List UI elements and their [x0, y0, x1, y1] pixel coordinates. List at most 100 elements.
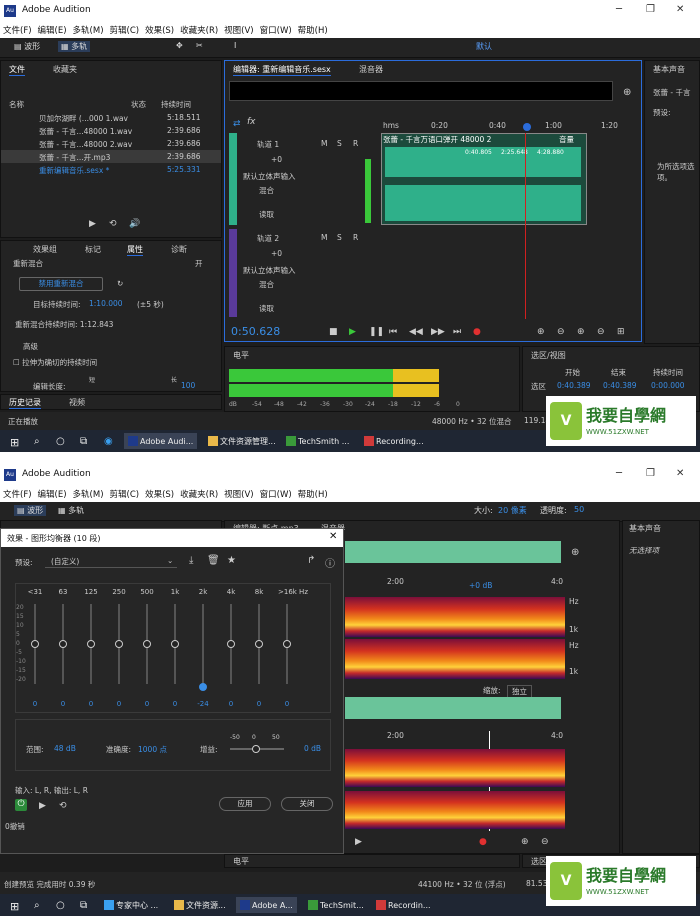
preview-play-icon[interactable]: ▶ — [39, 801, 46, 811]
windows-start-icon[interactable]: ⊞ — [6, 897, 23, 913]
zoom-full-icon[interactable]: ⊞ — [617, 327, 625, 337]
favorite-star-icon[interactable]: ★ — [227, 555, 236, 566]
close-icon[interactable]: ✕ — [676, 4, 684, 15]
track2-mix[interactable]: 混合 — [259, 279, 274, 290]
preset-dropdown[interactable]: (自定义) ⌄ — [45, 555, 177, 568]
skip-forward-icon[interactable]: ⏭ — [453, 327, 461, 337]
tab-video[interactable]: 视频 — [69, 397, 85, 408]
menu-multitrack[interactable]: 多轨(M) — [70, 486, 107, 502]
record-arm-button[interactable]: R — [353, 233, 358, 242]
track2-read[interactable]: 读取 — [259, 303, 274, 314]
search-icon[interactable]: ⌕ — [30, 433, 44, 449]
eq-band-slider[interactable] — [202, 604, 204, 684]
fx-icon[interactable]: fx — [247, 117, 256, 127]
play-icon[interactable]: ▶ — [89, 219, 96, 229]
eq-band-knob[interactable] — [171, 640, 179, 648]
zoom-overview-icon[interactable]: ⊕ — [571, 547, 579, 558]
menu-effects[interactable]: 效果(S) — [142, 486, 177, 502]
edge-icon[interactable]: ◉ — [100, 433, 117, 449]
file-item[interactable]: 张蕾 - 千言...48000 1.wav — [39, 126, 132, 137]
info-icon[interactable]: ⓘ — [325, 555, 335, 570]
advanced-section[interactable]: 高级 — [23, 341, 38, 352]
rewind-icon[interactable]: ◀◀ — [409, 327, 423, 337]
file-item[interactable]: 重新编辑音乐.sesx * — [39, 165, 109, 176]
taskbar-audition[interactable]: Adobe A... — [236, 897, 297, 913]
eq-band-knob[interactable] — [199, 683, 207, 692]
edit-length-value[interactable]: 100 — [181, 381, 195, 390]
gain-value[interactable]: 0 dB — [304, 744, 321, 753]
zoom-in-icon[interactable]: ⊕ — [521, 837, 529, 847]
move-tool-icon[interactable]: ✥ — [176, 41, 183, 50]
track1-volume[interactable]: +0 — [271, 155, 282, 164]
pause-icon[interactable]: ❚❚ — [369, 327, 384, 337]
power-toggle-icon[interactable]: ⏻ — [15, 799, 27, 811]
solo-button[interactable]: S — [337, 233, 342, 242]
zoom-overview-icon[interactable]: ⊕ — [623, 87, 631, 98]
tab-history[interactable]: 历史记录 — [9, 397, 41, 409]
menu-multitrack[interactable]: 多轨(M) — [70, 22, 107, 38]
tab-effects-rack[interactable]: 效果组 — [33, 244, 57, 255]
close-icon[interactable]: ✕ — [676, 468, 684, 479]
volume-icon[interactable]: 🔊 — [129, 219, 140, 229]
menu-file[interactable]: 文件(F) — [0, 486, 35, 502]
taskbar-techsmith[interactable]: TechSmit... — [304, 897, 368, 913]
zoom-out-amplitude-icon[interactable]: ⊖ — [557, 327, 565, 337]
eq-band-knob[interactable] — [227, 640, 235, 648]
menu-clip[interactable]: 剪辑(C) — [107, 22, 143, 38]
volume-hud[interactable]: +0 dB — [469, 581, 492, 590]
eq-band-value[interactable]: 0 — [277, 700, 297, 708]
waveform-view-button[interactable]: ▤ 波形 — [14, 505, 47, 516]
menu-clip[interactable]: 剪辑(C) — [107, 486, 143, 502]
selection-duration[interactable]: 0:00.000 — [651, 381, 685, 390]
menu-help[interactable]: 帮助(H) — [295, 486, 331, 502]
eq-band-knob[interactable] — [87, 640, 95, 648]
tab-diagnostics[interactable]: 诊断 — [171, 244, 187, 255]
brush-size-value[interactable]: 20 像素 — [498, 505, 527, 516]
record-icon[interactable]: ● — [479, 837, 487, 847]
dialog-close-icon[interactable]: ✕ — [329, 531, 337, 542]
record-icon[interactable]: ● — [473, 327, 481, 337]
cortana-icon[interactable]: ○ — [52, 897, 69, 913]
accuracy-value[interactable]: 1000 点 — [138, 744, 167, 755]
mute-button[interactable]: M — [321, 139, 327, 148]
restore-icon[interactable]: ❐ — [646, 4, 655, 15]
zoom-out-icon[interactable]: ⊖ — [541, 837, 549, 847]
windows-start-icon[interactable]: ⊞ — [6, 433, 23, 449]
tab-markers[interactable]: 标记 — [85, 244, 101, 255]
eq-band-knob[interactable] — [31, 640, 39, 648]
razor-tool-icon[interactable]: ✂ — [196, 41, 203, 50]
task-view-icon[interactable]: ⧉ — [76, 897, 91, 913]
menu-view[interactable]: 视图(V) — [221, 486, 256, 502]
fast-forward-icon[interactable]: ▶▶ — [431, 327, 445, 337]
eq-band-knob[interactable] — [143, 640, 151, 648]
reset-icon[interactable]: ↻ — [117, 279, 123, 288]
disable-remix-button[interactable]: 禁用重新混合 — [19, 277, 103, 291]
eq-band-knob[interactable] — [255, 640, 263, 648]
menu-effects[interactable]: 效果(S) — [142, 22, 177, 38]
eq-band-value[interactable]: 0 — [81, 700, 101, 708]
eq-band-value[interactable]: 0 — [221, 700, 241, 708]
close-button[interactable]: 关闭 — [281, 797, 333, 811]
menu-edit[interactable]: 编辑(E) — [35, 22, 70, 38]
track1-name[interactable]: 轨道 1 — [257, 139, 279, 150]
taskbar-explorer[interactable]: 文件资源... — [170, 897, 230, 913]
record-arm-button[interactable]: R — [353, 139, 358, 148]
remix-section[interactable]: 重新混合 — [13, 258, 43, 269]
eq-band-value[interactable]: -24 — [193, 700, 213, 708]
eq-band-knob[interactable] — [59, 640, 67, 648]
apply-button[interactable]: 应用 — [219, 797, 271, 811]
track1-read[interactable]: 读取 — [259, 209, 274, 220]
cortana-icon[interactable]: ○ — [52, 433, 69, 449]
search-icon[interactable]: ⌕ — [30, 897, 44, 913]
taskbar-expert-center[interactable]: 专家中心 ... — [100, 897, 162, 913]
minimize-icon[interactable]: ─ — [616, 468, 622, 479]
eq-band-knob[interactable] — [283, 640, 291, 648]
play-icon[interactable]: ▶ — [349, 327, 356, 337]
minimize-icon[interactable]: ─ — [616, 4, 622, 15]
stretch-checkbox[interactable]: ☐ 拉伸为确切的持续时间 — [13, 357, 97, 368]
waveform-view-button[interactable]: ▤ 波形 — [14, 41, 40, 52]
zoom-in-time-icon[interactable]: ⊕ — [577, 327, 585, 337]
opacity-value[interactable]: 50 — [574, 505, 584, 514]
track1-input[interactable]: 默认立体声输入 — [243, 171, 296, 182]
download-preset-icon[interactable]: ⤓ — [189, 555, 193, 566]
